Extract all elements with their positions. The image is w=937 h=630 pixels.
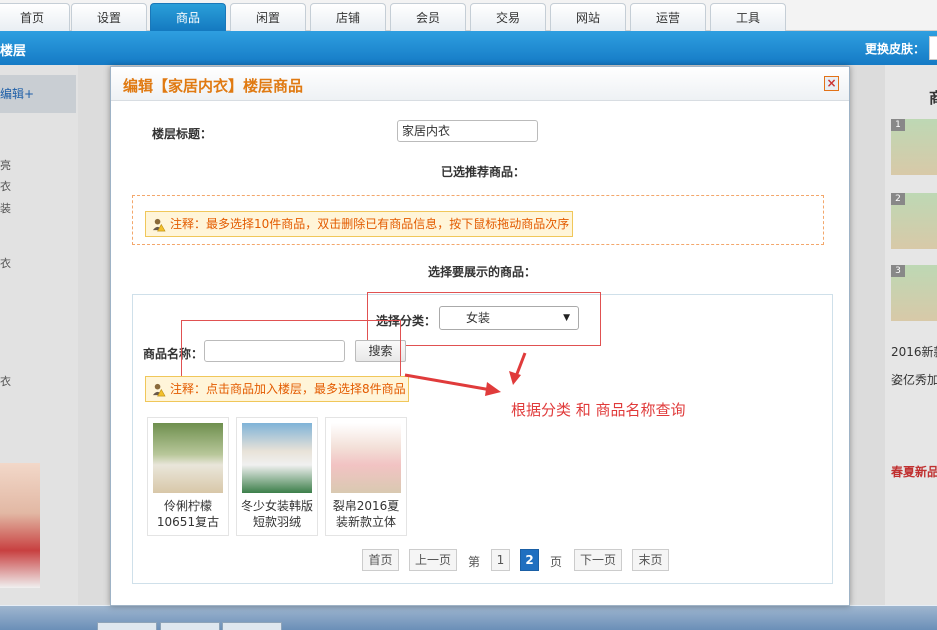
product-card[interactable]: 伶俐柠檬10651复古 <box>147 417 229 536</box>
pager-page-2[interactable]: 2 <box>520 549 539 571</box>
bg-side-text: 装 <box>0 202 11 215</box>
section-title: 楼层 <box>0 44 27 59</box>
bg-side-text: 衣 <box>0 257 11 270</box>
product-name: 裂帛2016夏装新款立体 <box>332 499 400 529</box>
tab-operation[interactable]: 运营 <box>630 3 706 31</box>
bg-right-header: 商 <box>929 89 937 107</box>
pager-next-button[interactable]: 下一页 <box>574 549 622 571</box>
skin-select[interactable] <box>929 36 937 60</box>
pager-text: 页 <box>550 555 563 569</box>
bg-rank: 2 <box>891 193 905 205</box>
tab-website[interactable]: 网站 <box>550 3 626 31</box>
floor-title-input[interactable]: 家居内衣 <box>397 120 538 142</box>
note-add: 注释：点击商品加入楼层，最多选择8件商品 <box>145 376 409 402</box>
bg-side-text: 亮 <box>0 159 11 172</box>
product-card[interactable]: 冬少女装韩版短款羽绒 <box>236 417 318 536</box>
bg-product-image <box>0 463 40 588</box>
tab-member[interactable]: 会员 <box>390 3 466 31</box>
highlight-name-search <box>181 320 401 380</box>
dialog-titlebar: 编辑【家居内衣】楼层商品 × <box>111 67 849 101</box>
product-image <box>331 423 401 493</box>
taskbar-item[interactable] <box>222 622 282 630</box>
pager-last-button[interactable]: 末页 <box>632 549 669 571</box>
annotation-text: 根据分类 和 商品名称查询 <box>511 401 686 419</box>
user-warning-icon <box>152 218 166 232</box>
dialog-title: 编辑【家居内衣】楼层商品 <box>123 77 304 95</box>
taskbar-item[interactable] <box>97 622 157 630</box>
bg-right-column: 商 1 2 3 2016新款 姿亿秀加 春夏新品 <box>885 65 937 605</box>
choose-heading: 选择要展示的商品： <box>428 265 537 279</box>
pager-prev-button[interactable]: 上一页 <box>409 549 457 571</box>
tab-tools[interactable]: 工具 <box>710 3 786 31</box>
bg-right-text: 姿亿秀加 <box>891 373 937 387</box>
bg-edit-link[interactable]: 编辑+ <box>0 75 76 113</box>
floor-title-label: 楼层标题： <box>152 127 213 141</box>
close-icon[interactable]: × <box>824 76 839 91</box>
product-image <box>242 423 312 493</box>
pager-first-button[interactable]: 首页 <box>362 549 399 571</box>
tab-home[interactable]: 首页 <box>0 3 70 31</box>
bg-side-text: 衣 <box>0 375 11 388</box>
product-name: 冬少女装韩版短款羽绒 <box>240 499 313 529</box>
bg-rank: 1 <box>891 119 905 131</box>
taskbar <box>0 605 937 630</box>
bg-right-red-text: 春夏新品 <box>891 465 937 479</box>
tab-trade[interactable]: 交易 <box>470 3 546 31</box>
bg-side-text: 衣 <box>0 180 11 193</box>
skin-label: 更换皮肤： <box>864 42 925 56</box>
note-add-text: 注释：点击商品加入楼层，最多选择8件商品 <box>170 382 406 396</box>
tab-settings[interactable]: 设置 <box>71 3 147 31</box>
product-image <box>153 423 223 493</box>
note-selected: 注释：最多选择10件商品，双击删除已有商品信息，按下鼠标拖动商品次序 <box>145 211 573 237</box>
highlight-category <box>367 292 601 346</box>
header-bar: 楼层 更换皮肤： <box>0 31 937 65</box>
tab-idle[interactable]: 闲置 <box>230 3 306 31</box>
bg-rank: 3 <box>891 265 905 277</box>
top-nav: 首页 设置 商品 闲置 店铺 会员 交易 网站 运营 工具 <box>0 0 937 31</box>
pager-text: 第 <box>468 555 481 569</box>
product-name: 伶俐柠檬10651复古 <box>156 499 220 529</box>
pager-page-1[interactable]: 1 <box>491 549 510 571</box>
bg-sidebar: 编辑+ 亮 衣 装 衣 衣 <box>0 65 78 605</box>
tab-store[interactable]: 店铺 <box>310 3 386 31</box>
taskbar-item[interactable] <box>160 622 220 630</box>
selected-heading: 已选推荐商品： <box>441 165 526 179</box>
user-warning-icon <box>152 383 166 397</box>
annotation-arrows <box>404 352 527 396</box>
note-selected-text: 注释：最多选择10件商品，双击删除已有商品信息，按下鼠标拖动商品次序 <box>170 217 570 231</box>
edit-floor-dialog: 编辑【家居内衣】楼层商品 × 楼层标题： 家居内衣 已选推荐商品： 注释：最多选… <box>110 66 850 606</box>
product-card[interactable]: 裂帛2016夏装新款立体 <box>325 417 407 536</box>
tab-goods[interactable]: 商品 <box>150 3 226 31</box>
bg-right-text: 2016新款 <box>891 345 937 359</box>
